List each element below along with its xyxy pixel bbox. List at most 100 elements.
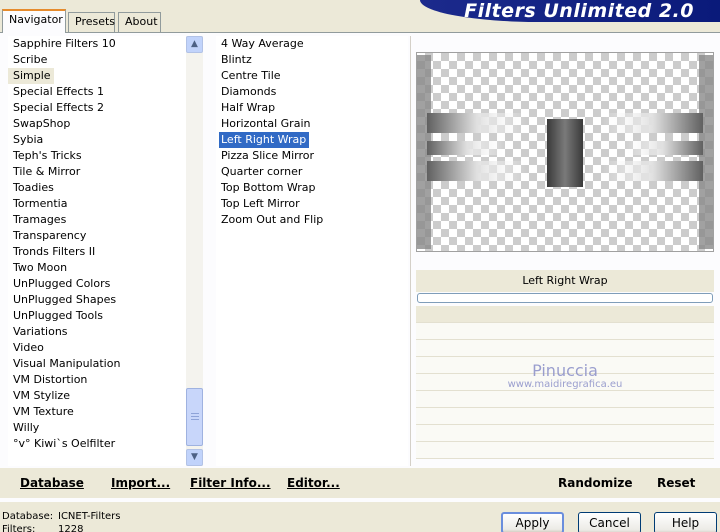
filter-item[interactable]: 4 Way Average: [216, 36, 408, 52]
filter-item[interactable]: Half Wrap: [216, 100, 408, 116]
filter-item-label: Blintz: [221, 53, 252, 66]
right-stripe: [603, 113, 703, 133]
category-item[interactable]: Special Effects 2: [8, 100, 188, 116]
category-item[interactable]: Special Effects 1: [8, 84, 188, 100]
category-item-label: °v° Kiwi`s Oelfilter: [13, 437, 116, 450]
filter-item[interactable]: Zoom Out and Flip: [216, 212, 408, 228]
tab-navigator[interactable]: Navigator: [2, 9, 66, 33]
scroll-thumb[interactable]: [186, 388, 203, 446]
category-item[interactable]: Tronds Filters II: [8, 244, 188, 260]
filter-item-label: Top Bottom Wrap: [221, 181, 316, 194]
category-item[interactable]: VM Stylize: [8, 388, 188, 404]
preview-graphic: [417, 55, 713, 249]
cancel-button[interactable]: Cancel: [578, 512, 641, 532]
status-filters-value: 1228: [58, 524, 84, 532]
category-item-label: Toadies: [13, 181, 54, 194]
watermark-name: Pinuccia: [532, 361, 598, 380]
category-item[interactable]: Video: [8, 340, 188, 356]
category-item-label: Tormentia: [13, 197, 68, 210]
filter-list[interactable]: 4 Way Average Blintz Centre Tile Diamonds Ha…: [216, 36, 408, 466]
category-item[interactable]: °v° Kiwi`s Oelfilter: [8, 436, 188, 452]
category-item[interactable]: UnPlugged Shapes: [8, 292, 188, 308]
status-database-label: Database:: [2, 511, 54, 522]
filter-item[interactable]: Diamonds: [216, 84, 408, 100]
category-item[interactable]: Toadies: [8, 180, 188, 196]
filter-item[interactable]: Left Right Wrap: [216, 132, 408, 148]
filter-item-label: 4 Way Average: [221, 37, 304, 50]
filter-item-label: Pizza Slice Mirror: [221, 149, 315, 162]
scroll-up-button[interactable]: ▲: [186, 36, 203, 53]
category-item-label: Willy: [13, 421, 40, 434]
category-item-label: Video: [13, 341, 44, 354]
randomize-button[interactable]: Randomize: [558, 476, 632, 490]
category-item[interactable]: Variations: [8, 324, 188, 340]
category-item[interactable]: Simple: [8, 68, 188, 84]
category-item-label: Special Effects 2: [13, 101, 105, 114]
category-item[interactable]: UnPlugged Tools: [8, 308, 188, 324]
editor-button[interactable]: Editor...: [287, 476, 340, 490]
category-item-label: Tile & Mirror: [13, 165, 81, 178]
reset-button[interactable]: Reset: [657, 476, 695, 490]
category-scrollbar[interactable]: ▲ ▼: [186, 36, 203, 466]
category-item[interactable]: Sybia: [8, 132, 188, 148]
left-stripe: [427, 161, 527, 181]
tab-bar: Navigator Presets About Filters Unlimite…: [0, 0, 720, 33]
category-item[interactable]: SwapShop: [8, 116, 188, 132]
category-item[interactable]: Sapphire Filters 10: [8, 36, 188, 52]
progress-bar: [417, 293, 713, 303]
category-item[interactable]: Transparency: [8, 228, 188, 244]
param-row: [416, 340, 714, 357]
filter-item[interactable]: Quarter corner: [216, 164, 408, 180]
category-item[interactable]: Tramages: [8, 212, 188, 228]
category-item[interactable]: Willy: [8, 420, 188, 436]
category-item[interactable]: VM Distortion: [8, 372, 188, 388]
category-item[interactable]: Visual Manipulation: [8, 356, 188, 372]
filter-info-button[interactable]: Filter Info...: [190, 476, 271, 490]
category-item[interactable]: Two Moon: [8, 260, 188, 276]
filter-item-label: Horizontal Grain: [221, 117, 311, 130]
left-stripe: [427, 141, 507, 155]
category-item[interactable]: Tile & Mirror: [8, 164, 188, 180]
filter-item[interactable]: Centre Tile: [216, 68, 408, 84]
category-item-label: UnPlugged Colors: [13, 277, 111, 290]
filter-item-label: Quarter corner: [221, 165, 303, 178]
center-block: [547, 119, 583, 187]
import-button[interactable]: Import...: [111, 476, 170, 490]
right-stripe: [623, 141, 703, 155]
filter-item[interactable]: Pizza Slice Mirror: [216, 148, 408, 164]
category-item-label: Sapphire Filters 10: [13, 37, 116, 50]
filter-item[interactable]: Top Left Mirror: [216, 196, 408, 212]
apply-button[interactable]: Apply: [501, 512, 564, 532]
tab-presets[interactable]: Presets: [68, 12, 115, 32]
filter-item[interactable]: Horizontal Grain: [216, 116, 408, 132]
category-item-label: UnPlugged Tools: [13, 309, 103, 322]
grip-line: [191, 416, 199, 417]
title-banner: Filters Unlimited 2.0: [420, 0, 720, 22]
database-button[interactable]: Database: [20, 476, 84, 490]
help-button[interactable]: Help: [654, 512, 717, 532]
grip-line: [191, 419, 199, 420]
tab-about[interactable]: About: [118, 12, 161, 32]
category-item[interactable]: Scribe: [8, 52, 188, 68]
filter-item[interactable]: Blintz: [216, 52, 408, 68]
app-title: Filters Unlimited 2.0: [464, 0, 694, 22]
current-filter-name: Left Right Wrap: [416, 270, 714, 292]
watermark: Pinuccia www.maidiregrafica.eu: [416, 361, 714, 390]
param-row: [416, 306, 714, 323]
category-item-label: VM Texture: [13, 405, 74, 418]
scroll-down-button[interactable]: ▼: [186, 449, 203, 466]
filter-item-label: Half Wrap: [221, 101, 276, 114]
category-item-label: Teph's Tricks: [13, 149, 82, 162]
filter-item[interactable]: Top Bottom Wrap: [216, 180, 408, 196]
category-item-label: Simple: [8, 68, 54, 84]
filter-item-label: Zoom Out and Flip: [221, 213, 324, 226]
category-item[interactable]: UnPlugged Colors: [8, 276, 188, 292]
category-item[interactable]: VM Texture: [8, 404, 188, 420]
category-item-label: SwapShop: [13, 117, 71, 130]
category-item[interactable]: Teph's Tricks: [8, 148, 188, 164]
category-list[interactable]: Sapphire Filters 10 Scribe Simple Special E…: [8, 36, 188, 466]
param-row: [416, 425, 714, 442]
status-filters-label: Filters:: [2, 524, 36, 532]
param-row: [416, 391, 714, 408]
category-item[interactable]: Tormentia: [8, 196, 188, 212]
